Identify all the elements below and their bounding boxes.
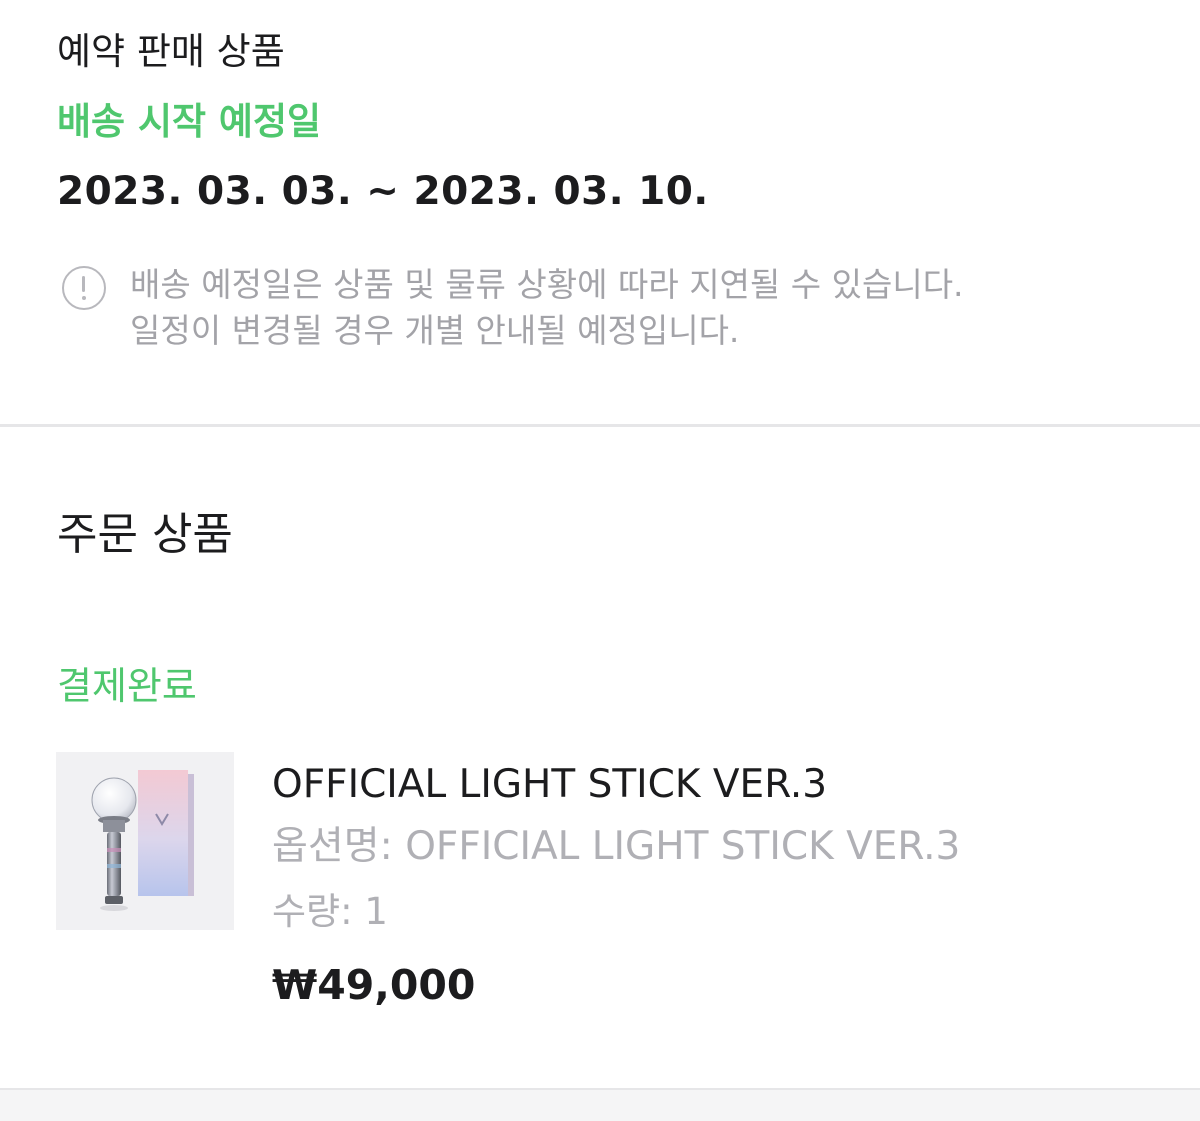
option-value: OFFICIAL LIGHT STICK VER.3 (405, 824, 961, 869)
light-stick-image (56, 752, 234, 930)
quantity-value: 1 (364, 890, 388, 933)
quantity-label: 수량: (272, 890, 353, 933)
option-label: 옵션명: (272, 824, 393, 869)
order-detail-page: 예약 판매 상품 배송 시작 예정일 2023. 03. 03. ~ 2023.… (0, 0, 1200, 1121)
section-gap (0, 1090, 1200, 1121)
product-price: ₩49,000 (272, 961, 476, 1009)
product-quantity: 수량: 1 (272, 887, 388, 937)
preorder-label: 예약 판매 상품 (57, 30, 285, 73)
product-thumbnail[interactable] (56, 752, 234, 930)
product-option: 옵션명: OFFICIAL LIGHT STICK VER.3 (272, 822, 960, 872)
order-items-title: 주문 상품 (57, 509, 233, 560)
section-divider (0, 424, 1200, 427)
shipping-notice-line-1: 배송 예정일은 상품 및 물류 상황에 따라 지연될 수 있습니다. (130, 265, 964, 304)
shipping-notice-line-2: 일정이 변경될 경우 개별 안내될 예정입니다. (130, 311, 740, 350)
order-item[interactable]: OFFICIAL LIGHT STICK VER.3 옵션명: OFFICIAL… (56, 752, 1156, 1032)
product-name[interactable]: OFFICIAL LIGHT STICK VER.3 (272, 760, 827, 810)
shipping-notice: 배송 예정일은 상품 및 물류 상황에 따라 지연될 수 있습니다. 일정이 변… (60, 262, 1160, 358)
shipping-start-title: 배송 시작 예정일 (57, 100, 322, 143)
payment-status: 결제완료 (57, 664, 197, 708)
shipping-notice-text: 배송 예정일은 상품 및 물류 상황에 따라 지연될 수 있습니다. 일정이 변… (130, 262, 964, 354)
shipping-date-range: 2023. 03. 03. ~ 2023. 03. 10. (57, 169, 709, 214)
preorder-section: 예약 판매 상품 배송 시작 예정일 2023. 03. 03. ~ 2023.… (0, 0, 1200, 425)
info-circle-icon (62, 266, 106, 310)
